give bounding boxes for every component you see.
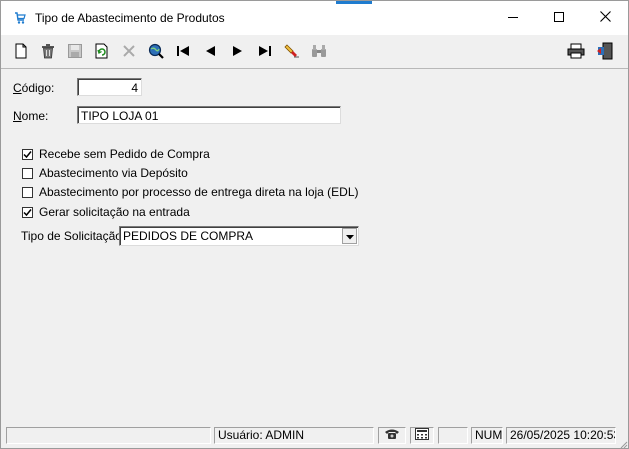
binoculars-icon: [311, 44, 327, 61]
save-icon: [67, 43, 83, 62]
status-user: Usuário: ADMIN: [214, 427, 374, 444]
checkbox-label-abastecimento-via-deposito: Abastecimento via Depósito: [39, 166, 188, 180]
first-record-button[interactable]: [174, 43, 192, 61]
close-button[interactable]: [582, 1, 628, 35]
toolbar: [1, 35, 628, 69]
tipo-solicitacao-label: Tipo de Solicitação:: [21, 229, 126, 243]
checkbox-label-abastecimento-edl: Abastecimento por processo de entrega di…: [39, 185, 359, 199]
last-record-icon: [258, 45, 272, 60]
tipo-solicitacao-value: PEDIDOS DE COMPRA: [123, 229, 254, 243]
checkbox-gerar-solicitacao[interactable]: [22, 207, 33, 218]
new-button[interactable]: [12, 43, 30, 61]
codigo-label: Código:: [13, 81, 55, 95]
exit-button[interactable]: [596, 42, 614, 63]
checkbox-abastecimento-via-deposito[interactable]: [22, 168, 33, 179]
search-globe-icon: [148, 43, 164, 62]
last-record-button[interactable]: [256, 43, 274, 61]
next-record-icon: [232, 45, 244, 60]
status-num: NUM: [471, 427, 503, 444]
previous-record-icon: [204, 45, 216, 60]
tipo-solicitacao-select[interactable]: PEDIDOS DE COMPRA: [119, 226, 359, 246]
clear-filter-button[interactable]: [283, 43, 301, 61]
cancel-button[interactable]: [120, 43, 138, 61]
find-button[interactable]: [310, 43, 328, 61]
codigo-field[interactable]: 4: [77, 78, 142, 96]
minimize-icon: [508, 11, 518, 25]
nome-field[interactable]: TIPO LOJA 01: [77, 106, 341, 124]
close-icon: [599, 11, 611, 25]
clear-filter-icon: [284, 43, 300, 62]
window-title: Tipo de Abastecimento de Produtos: [35, 11, 225, 25]
main-window: Tipo de Abastecimento de Produtos Código…: [0, 0, 629, 449]
exit-door-icon: [596, 42, 614, 63]
maximize-icon: [554, 11, 564, 25]
delete-button[interactable]: [39, 43, 57, 61]
nome-label: Nome:: [13, 109, 49, 123]
print-button[interactable]: [567, 43, 585, 61]
status-pane-caps: [438, 427, 468, 444]
refresh-button[interactable]: [93, 43, 111, 61]
status-phone: [378, 427, 406, 444]
previous-record-button[interactable]: [201, 43, 219, 61]
dropdown-button[interactable]: [342, 228, 357, 244]
form-area: Código: 4 Nome: TIPO LOJA 01 Recebe sem …: [1, 69, 628, 425]
calculator-icon: [415, 428, 429, 443]
next-record-button[interactable]: [229, 43, 247, 61]
taskbar-accent: [336, 1, 372, 4]
new-document-icon: [14, 43, 28, 62]
status-pane-message: [6, 427, 211, 444]
save-button[interactable]: [66, 43, 84, 61]
search-button[interactable]: [147, 43, 165, 61]
title-bar: Tipo de Abastecimento de Produtos: [1, 1, 628, 35]
refresh-icon: [94, 43, 110, 62]
first-record-icon: [176, 45, 190, 60]
maximize-button[interactable]: [536, 1, 582, 35]
status-calculator: [410, 427, 434, 444]
printer-icon: [567, 43, 585, 62]
checkbox-abastecimento-edl[interactable]: [22, 187, 33, 198]
shopping-cart-icon: [13, 11, 27, 25]
chevron-down-icon: [345, 229, 354, 243]
minimize-button[interactable]: [490, 1, 536, 35]
cancel-x-icon: [122, 44, 136, 61]
checkbox-label-gerar-solicitacao: Gerar solicitação na entrada: [39, 205, 190, 219]
status-datetime: 26/05/2025 10:20:53: [506, 427, 616, 444]
checkbox-recebe-sem-pedido[interactable]: [22, 149, 33, 160]
status-bar: Usuário: ADMIN NUM 26/05/2025 10:20:53: [1, 425, 628, 448]
checkbox-label-recebe-sem-pedido: Recebe sem Pedido de Compra: [39, 147, 210, 161]
resize-grip-icon[interactable]: [618, 438, 628, 448]
telephone-icon: [384, 428, 400, 443]
trash-icon: [40, 43, 56, 62]
